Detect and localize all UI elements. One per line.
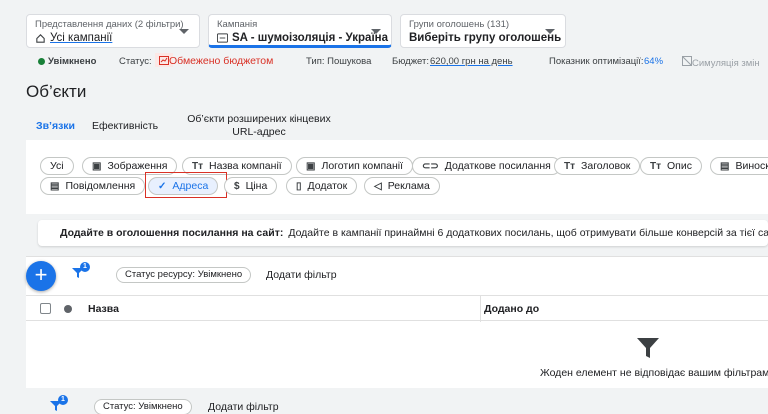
adgroup-value: Виберіть групу оголошень [409,32,562,44]
chip-images-label: Зображення [107,160,168,172]
column-added-to[interactable]: Додано до [484,303,539,315]
chip-promotion[interactable]: ◁ Реклама [364,177,440,195]
text-format-icon: Tт [192,160,204,172]
chip-logo-label: Логотип компанії [321,160,404,172]
add-filter-link[interactable]: Додати фільтр [266,269,337,281]
simulation-link[interactable]: Симуляція змін [681,56,760,69]
chip-sitelink[interactable]: ⊂⊃ Додаткове посилання [412,157,561,175]
megaphone-icon: ◁ [374,180,382,192]
view-filter-dropdown[interactable]: Представлення даних (2 фільтри) Усі камп… [26,14,200,48]
optimization-label: Показник оптимізації: [549,56,644,67]
budget-label: Бюджет: [392,56,430,67]
add-filter-link[interactable]: Додати фільтр [208,401,279,413]
chip-app-label: Додаток [307,180,348,192]
trend-chart-icon [159,55,169,65]
column-divider [480,296,481,322]
chip-headline-label: Заголовок [581,160,631,172]
campaign-label: Кампанія [217,19,258,30]
view-filter-value: Усі кампанії [50,32,113,44]
asset-type-chip-panel: Усі ▣ Зображення Tт Назва компанії ▣ Логоти… [26,140,768,214]
resource-status-filter-chip[interactable]: Статус ресурсу: Увімкнено [116,267,252,283]
enabled-text: Увімкнено [48,56,97,67]
empty-state-message: Жоден елемент не відповідає вашим фільтр… [540,367,768,379]
chip-headline[interactable]: Tт Заголовок [554,157,641,175]
status-dot-icon [38,58,45,65]
campaign-value: SA - шумоізоляція - Україна [232,32,389,44]
search-campaign-icon [217,33,228,43]
chip-price-label: Ціна [245,180,268,192]
page-title: Об’єкти [26,82,87,101]
chip-callout[interactable]: ▤ Виноски [710,157,768,175]
simulation-text: Симуляція змін [692,58,760,69]
column-name[interactable]: Назва [88,303,119,315]
text-format-icon: Tт [650,160,662,172]
adgroup-label: Групи оголошень (131) [409,19,510,30]
tab-links[interactable]: Зв’язки [36,120,75,132]
select-all-checkbox[interactable] [40,303,51,314]
chip-business-name-label: Назва компанії [209,160,282,172]
campaign-dropdown[interactable]: Кампанія SA - шумоізоляція - Україна [208,14,392,48]
limited-budget-text: Обмежено бюджетом [169,55,274,67]
campaign-value-row: SA - шумоізоляція - Україна [217,32,388,44]
tab-final-url-assets[interactable]: Об’єкти розширених кінцевих URL-адрес [184,113,334,139]
filter-count-badge: 1 [58,395,68,405]
adgroup-dropdown[interactable]: Групи оголошень (131) Виберіть групу ого… [400,14,566,48]
chevron-down-icon [545,29,555,34]
recommendation-banner: Додайте в оголошення посилання на сайт: … [38,220,768,246]
chip-description-label: Опис [667,160,692,172]
chip-all-label: Усі [50,160,64,172]
status-column-icon [64,305,72,313]
logo-icon: ▣ [306,160,316,172]
chip-logo[interactable]: ▣ Логотип компанії [296,157,414,175]
chip-sitelink-label: Додаткове посилання [444,160,551,172]
tab-performance[interactable]: Ефективність [92,120,158,132]
image-icon: ▣ [92,160,102,172]
budget-value[interactable]: 620,00 грн на день [430,56,513,67]
view-filter-value-row: Усі кампанії [35,32,112,44]
chip-promotion-label: Реклама [387,180,430,192]
phone-icon: ▯ [296,180,302,192]
message-icon: ▤ [50,180,60,192]
limited-budget-badge[interactable]: Обмежено бюджетом [155,53,273,67]
chip-callout-label: Виноски [735,160,768,172]
empty-filter-icon [637,338,659,358]
address-highlight-box [145,172,227,198]
enabled-status: Увімкнено [38,56,96,67]
chevron-down-icon [179,29,189,34]
link-icon: ⊂⊃ [422,160,439,172]
chip-message[interactable]: ▤ Повідомлення [40,177,146,195]
campaign-status-bar: Увімкнено Статус: Обмежено бюджетом Тип:… [0,53,768,70]
home-icon [36,33,45,43]
table-header: Назва Додано до [26,295,768,322]
status-filter-chip[interactable]: Статус: Увімкнено [94,399,192,414]
banner-text: Додайте в кампанії принаймні 6 додаткови… [288,227,768,239]
campaign-type: Тип: Пошукова [306,56,372,67]
chip-app[interactable]: ▯ Додаток [286,177,358,195]
simulation-icon [681,56,693,67]
text-format-icon: Tт [564,160,576,172]
price-icon: $ [234,180,240,192]
chip-message-label: Повідомлення [65,180,136,192]
chevron-down-icon [371,29,381,34]
add-button[interactable]: + [26,261,56,291]
filter-count-badge: 1 [80,262,90,272]
view-filter-label: Представлення даних (2 фільтри) [35,19,184,30]
chip-price[interactable]: $ Ціна [224,177,278,195]
assets-table: + 1 Статус ресурсу: Увімкнено Додати філ… [26,256,768,388]
chip-description[interactable]: Tт Опис [640,157,702,175]
optimization-score[interactable]: 64% [644,56,663,67]
banner-title: Додайте в оголошення посилання на сайт: [60,227,284,239]
document-icon: ▤ [720,160,730,172]
status-label: Статус: [119,56,152,67]
chip-all[interactable]: Усі [40,157,74,175]
